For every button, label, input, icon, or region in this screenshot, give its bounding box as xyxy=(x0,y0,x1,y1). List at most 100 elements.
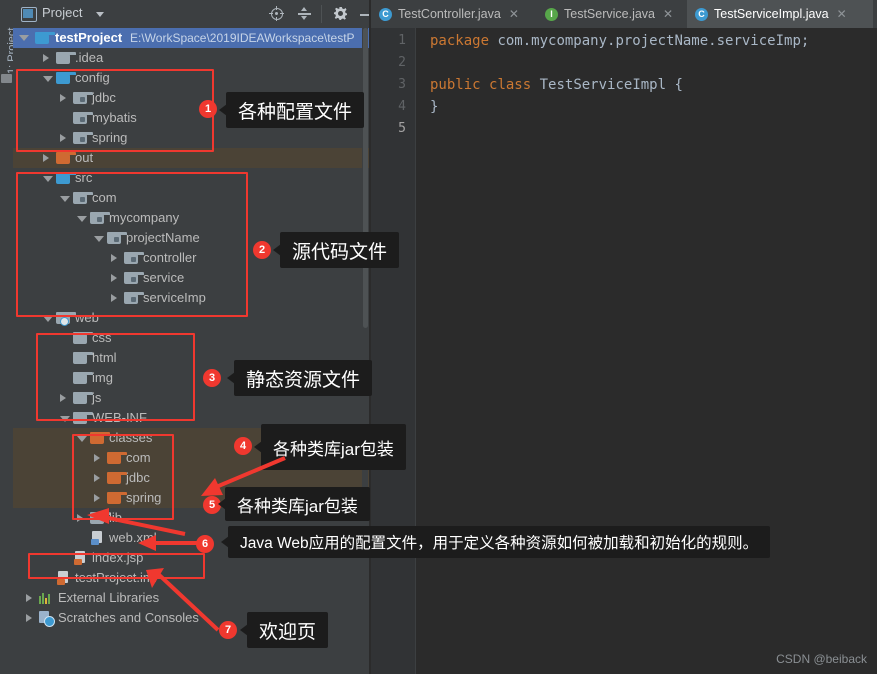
project-panel-title: Project xyxy=(42,5,83,20)
tree-row-root[interactable]: testProject E:\WorkSpace\2019IDEAWorkspac… xyxy=(13,28,369,48)
chevron-down-icon[interactable] xyxy=(19,35,29,41)
folder-blue-icon xyxy=(56,72,76,84)
tree-row[interactable]: spring xyxy=(13,128,369,148)
chevron-down-icon[interactable] xyxy=(43,316,53,322)
minimize-icon[interactable] xyxy=(359,6,369,22)
tree-row[interactable]: com xyxy=(13,188,369,208)
annotation-callout: 各种类库jar包装 xyxy=(218,487,370,521)
tree-row[interactable]: css xyxy=(13,328,369,348)
chevron-down-icon[interactable] xyxy=(77,436,87,442)
project-root-path: E:\WorkSpace\2019IDEAWorkspace\testP xyxy=(130,31,355,45)
chevron-right-icon[interactable] xyxy=(60,94,66,102)
tree-row-label: html xyxy=(92,350,117,365)
tree-row-label: jdbc xyxy=(92,90,116,105)
project-window-glyph-icon xyxy=(21,7,37,22)
chevron-down-icon[interactable] xyxy=(96,12,104,17)
folder-orange-icon xyxy=(56,152,76,164)
tree-row[interactable]: out xyxy=(13,148,369,168)
editor-tab-bar[interactable]: C TestController.java ✕ I TestService.java ✕ C… xyxy=(371,0,877,30)
tree-row-label: External Libraries xyxy=(58,590,160,605)
tree-row[interactable]: src xyxy=(13,168,369,188)
tree-row-label: serviceImp xyxy=(143,290,206,305)
editor-gutter: 1 2 3 4 5 xyxy=(371,28,416,674)
code-token: } xyxy=(430,99,439,115)
tree-row-label: config xyxy=(75,70,110,85)
tree-row-label: spring xyxy=(92,130,128,145)
tree-row[interactable]: jdbc xyxy=(13,468,369,488)
locate-icon[interactable] xyxy=(269,6,285,22)
tree-row-label: css xyxy=(92,330,112,345)
chevron-down-icon[interactable] xyxy=(43,176,53,182)
chevron-right-icon[interactable] xyxy=(111,274,117,282)
interface-icon: I xyxy=(545,7,558,21)
close-icon[interactable]: ✕ xyxy=(663,8,673,20)
left-tool-strip: 1: Project xyxy=(0,0,18,674)
editor-tab-label: TestController.java xyxy=(398,7,501,21)
chevron-right-icon[interactable] xyxy=(26,594,32,602)
code-content[interactable]: package com.mycompany.projectName.servic… xyxy=(416,28,877,674)
tree-row[interactable]: External Libraries xyxy=(13,588,369,608)
chevron-right-icon[interactable] xyxy=(60,134,66,142)
editor-tab[interactable]: C TestServiceImpl.java ✕ xyxy=(687,0,873,30)
gear-icon[interactable] xyxy=(333,6,349,22)
callout-tip xyxy=(273,244,281,256)
folder-package-icon xyxy=(73,92,93,104)
tree-row[interactable]: .idea xyxy=(13,48,369,68)
tree-row[interactable]: serviceImp xyxy=(13,288,369,308)
annotation-text: 欢迎页 xyxy=(259,621,317,643)
chevron-right-icon[interactable] xyxy=(77,514,83,522)
folder-package-icon xyxy=(124,252,144,264)
code-line: } xyxy=(430,96,438,118)
chevron-down-icon[interactable] xyxy=(60,196,70,202)
close-icon[interactable]: ✕ xyxy=(837,8,847,20)
folder-gray-icon xyxy=(56,52,76,64)
editor-tab[interactable]: I TestService.java ✕ xyxy=(537,0,701,28)
chevron-right-icon[interactable] xyxy=(43,54,49,62)
annotation-callout: Java Web应用的配置文件，用于定义各种资源如何被加载和初始化的规则。 xyxy=(221,526,771,558)
editor-tab-label: TestServiceImpl.java xyxy=(714,7,829,21)
chevron-down-icon[interactable] xyxy=(60,416,70,422)
folder-package-icon xyxy=(124,292,144,304)
chevron-down-icon[interactable] xyxy=(77,216,87,222)
editor-tab-label: TestService.java xyxy=(564,7,656,21)
file-xml-icon xyxy=(90,531,104,545)
tree-row[interactable]: testProject.iml xyxy=(13,568,369,588)
folder-package-icon xyxy=(124,272,144,284)
annotation-badge: 6 xyxy=(196,535,214,553)
scratches-icon xyxy=(39,611,55,627)
annotation-badge: 3 xyxy=(203,369,221,387)
project-root-label: testProject xyxy=(55,30,123,45)
close-icon[interactable]: ✕ xyxy=(509,8,519,20)
chevron-right-icon[interactable] xyxy=(94,454,100,462)
tree-row[interactable]: mycompany xyxy=(13,208,369,228)
chevron-right-icon[interactable] xyxy=(94,474,100,482)
tree-row-label: testProject.iml xyxy=(75,570,157,585)
folder-package-icon xyxy=(73,112,93,124)
tree-row-label: controller xyxy=(143,250,197,265)
chevron-right-icon[interactable] xyxy=(43,154,49,162)
tree-row[interactable]: web xyxy=(13,308,369,328)
code-token: { xyxy=(674,77,683,93)
chevron-right-icon[interactable] xyxy=(94,494,100,502)
tree-row[interactable]: config xyxy=(13,68,369,88)
scrollbar-thumb[interactable] xyxy=(363,28,368,328)
tree-row[interactable]: service xyxy=(13,268,369,288)
collapse-all-icon[interactable] xyxy=(297,6,313,22)
folder-orange-icon xyxy=(107,472,127,484)
folder-package-icon xyxy=(73,132,93,144)
code-token: com.mycompany.projectName.serviceImp; xyxy=(489,33,810,49)
chevron-down-icon[interactable] xyxy=(94,236,104,242)
folder-orange-icon xyxy=(90,432,110,444)
tree-row-label: web xyxy=(75,310,99,325)
folder-web-icon xyxy=(56,312,76,326)
chevron-down-icon[interactable] xyxy=(43,76,53,82)
chevron-right-icon[interactable] xyxy=(111,254,117,262)
chevron-right-icon[interactable] xyxy=(26,614,32,622)
chevron-right-icon[interactable] xyxy=(111,294,117,302)
editor-tab[interactable]: C TestController.java ✕ xyxy=(371,0,551,28)
folder-gray-icon xyxy=(73,372,93,384)
chevron-right-icon[interactable] xyxy=(60,394,66,402)
folder-blue-icon xyxy=(56,172,76,184)
annotation-text: 各种类库jar包装 xyxy=(237,496,358,516)
folder-gray-icon xyxy=(73,412,93,424)
